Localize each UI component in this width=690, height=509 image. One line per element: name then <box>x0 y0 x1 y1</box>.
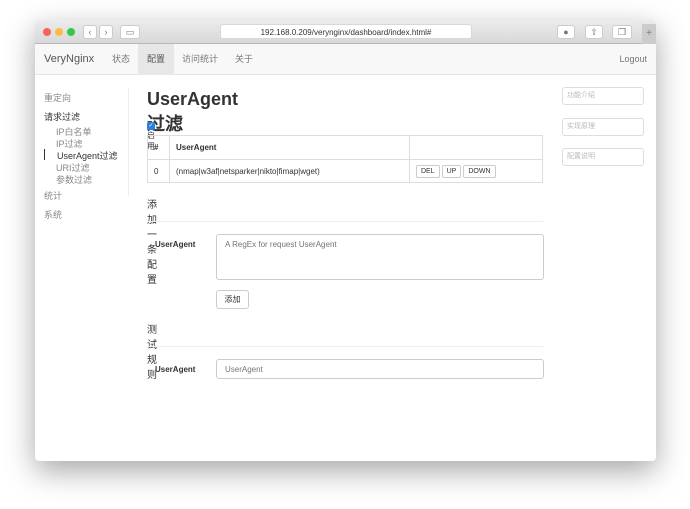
divider <box>147 221 543 222</box>
rules-table: # UserAgent 0 (nmap|w3af|netsparker|nikt… <box>147 135 543 183</box>
sidebar-icon[interactable]: ▭ <box>120 25 140 39</box>
download-icon[interactable]: ● <box>557 25 575 39</box>
minimize-window-icon[interactable] <box>55 28 63 36</box>
sidebar-item-stats[interactable]: 统计 <box>44 189 62 202</box>
url-bar[interactable]: 192.168.0.209/verynginx/dashboard/index.… <box>220 24 472 39</box>
nav-stats[interactable]: 访问统计 <box>182 44 218 75</box>
nav-config[interactable]: 配置 <box>138 44 175 75</box>
down-button[interactable]: DOWN <box>463 164 496 178</box>
back-icon[interactable]: ‹ <box>83 25 97 39</box>
logout-link[interactable]: Logout <box>619 44 647 75</box>
test-useragent-input[interactable] <box>216 359 544 379</box>
feature-intro-link[interactable]: 功能介绍 <box>562 87 644 105</box>
test-useragent-label: UserAgent <box>155 365 196 374</box>
table-header: # UserAgent <box>147 135 543 160</box>
row-value: (nmap|w3af|netsparker|nikto|fimap|wget) <box>169 159 410 183</box>
table-row: 0 (nmap|w3af|netsparker|nikto|fimap|wget… <box>147 159 543 183</box>
add-button[interactable]: 添加 <box>216 290 249 309</box>
divider <box>147 346 543 347</box>
add-useragent-label: UserAgent <box>155 240 196 249</box>
tabs-icon[interactable]: ❐ <box>612 25 632 39</box>
row-index: 0 <box>147 159 170 183</box>
col-index: # <box>147 135 170 160</box>
active-indicator <box>44 149 45 160</box>
title-bar: ‹ › ▭ 192.168.0.209/verynginx/dashboard/… <box>35 20 656 44</box>
sidebar-item-request-filter[interactable]: 请求过滤 <box>44 110 80 123</box>
enable-checkbox[interactable]: ✓ <box>147 121 155 130</box>
page-title: UserAgent过滤 <box>147 89 239 134</box>
forward-icon[interactable]: › <box>99 25 113 39</box>
add-useragent-input[interactable] <box>216 234 544 280</box>
brand[interactable]: VeryNginx <box>44 44 94 75</box>
navbar: VeryNginx 状态 配置 访问统计 关于 Logout <box>35 44 656 75</box>
implementation-link[interactable]: 实现原理 <box>562 118 644 136</box>
del-button[interactable]: DEL <box>416 164 440 178</box>
new-tab-icon[interactable]: + <box>642 24 656 44</box>
col-actions <box>409 135 543 160</box>
nav-about[interactable]: 关于 <box>235 44 253 75</box>
sidebar-item-redirect[interactable]: 重定向 <box>44 91 71 104</box>
divider <box>128 88 129 196</box>
sidebar-item-system[interactable]: 系统 <box>44 208 62 221</box>
col-useragent: UserAgent <box>169 135 410 160</box>
share-icon[interactable]: ⇧ <box>585 25 603 39</box>
up-button[interactable]: UP <box>441 164 462 178</box>
maximize-window-icon[interactable] <box>67 28 75 36</box>
close-window-icon[interactable] <box>43 28 51 36</box>
nav-status[interactable]: 状态 <box>112 44 130 75</box>
sidebar-item-args-filter[interactable]: 参数过滤 <box>56 173 92 186</box>
config-guide-link[interactable]: 配置说明 <box>562 148 644 166</box>
